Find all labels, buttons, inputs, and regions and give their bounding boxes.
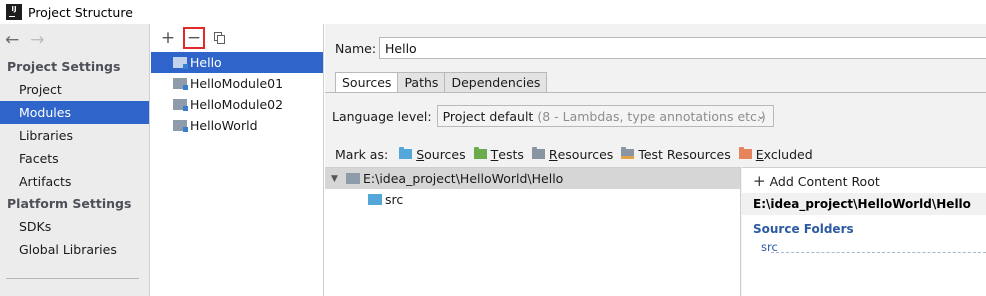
add-content-root-label: Add Content Root — [769, 174, 880, 189]
module-details: Name: Sources Paths Dependencies Languag… — [325, 24, 986, 296]
back-arrow-icon[interactable]: ← — [5, 30, 19, 50]
sidebar-item-sdks[interactable]: SDKs — [0, 215, 149, 238]
content-roots-panel: + Add Content Root E:\idea_project\Hello… — [742, 167, 986, 296]
mark-sources-button[interactable]: Sources — [399, 147, 466, 162]
content-root-path: E:\idea_project\HelloWorld\Hello — [742, 193, 986, 215]
test-resources-folder-icon — [621, 147, 635, 159]
forward-arrow-icon[interactable]: → — [30, 30, 44, 50]
sidebar-item-global-libraries[interactable]: Global Libraries — [0, 238, 149, 261]
tabs-divider — [325, 92, 986, 93]
sidebar-item-artifacts[interactable]: Artifacts — [0, 170, 149, 193]
mark-as-label: Mark as: — [335, 146, 389, 162]
plus-icon: + — [753, 172, 766, 190]
history-nav: ← → — [0, 24, 149, 56]
sidebar-divider — [6, 278, 139, 279]
source-folder-icon — [368, 194, 382, 205]
language-level-select[interactable]: Project default (8 - Lambdas, type annot… — [436, 105, 774, 127]
remove-module-button[interactable]: − — [183, 27, 205, 49]
tree-child-label: src — [385, 192, 404, 207]
source-folder-underline — [771, 252, 986, 253]
mark-excluded-button[interactable]: Excluded — [738, 147, 813, 162]
sidebar-item-facets[interactable]: Facets — [0, 147, 149, 170]
module-folder-icon — [173, 99, 188, 111]
name-label: Name: — [335, 40, 377, 56]
title-bar: IJ Project Structure — [0, 0, 986, 24]
module-item-hello[interactable]: Hello — [151, 52, 323, 73]
mark-resources-button[interactable]: Resources — [531, 147, 613, 162]
language-level-label: Language level: — [332, 108, 432, 124]
intellij-app-icon: IJ — [6, 4, 22, 20]
language-level-value: Project default — [442, 108, 534, 124]
tree-root-row[interactable]: ▼ E:\idea_project\HelloWorld\Hello — [325, 168, 740, 189]
modules-toolbar: + − — [151, 24, 323, 52]
tab-dependencies[interactable]: Dependencies — [445, 72, 548, 93]
mark-tests-button[interactable]: Tests — [473, 147, 524, 162]
settings-sidebar: ← → Project Settings Project Modules Lib… — [0, 24, 150, 296]
tab-sources[interactable]: Sources — [335, 72, 399, 93]
tab-paths[interactable]: Paths — [398, 72, 446, 93]
module-label: HelloModule02 — [190, 97, 284, 112]
excluded-folder-icon — [738, 147, 752, 159]
module-label: HelloModule01 — [190, 76, 284, 91]
tree-row-src[interactable]: src — [325, 189, 740, 210]
sidebar-item-libraries[interactable]: Libraries — [0, 124, 149, 147]
mark-test-resources-button[interactable]: Test Resources — [621, 147, 731, 162]
platform-settings-header: Platform Settings — [7, 196, 132, 211]
window-title: Project Structure — [28, 4, 133, 20]
tests-folder-icon — [473, 147, 487, 159]
module-item-hellomodule01[interactable]: HelloModule01 — [151, 73, 323, 94]
language-level-hint: (8 - Lambdas, type annotations etc.) — [537, 108, 766, 124]
chevron-down-icon: ⌄ — [756, 109, 766, 122]
add-content-root-button[interactable]: + Add Content Root — [753, 172, 880, 190]
module-folder-icon — [173, 120, 188, 132]
plus-icon: + — [160, 27, 176, 48]
tree-root-label: E:\idea_project\HelloWorld\Hello — [363, 171, 564, 186]
sources-folder-icon — [399, 147, 413, 159]
module-folder-icon — [173, 57, 188, 69]
source-folders-header: Source Folders — [753, 222, 854, 236]
name-row: Name: — [335, 37, 986, 59]
sidebar-item-modules[interactable]: Modules — [0, 101, 149, 124]
folder-icon — [346, 173, 360, 184]
copy-module-button[interactable] — [209, 27, 231, 49]
module-label: HelloWorld — [190, 118, 258, 133]
expand-arrow-icon[interactable]: ▼ — [331, 174, 346, 184]
sidebar-item-project[interactable]: Project — [0, 78, 149, 101]
module-label: Hello — [190, 55, 222, 70]
mark-as-row: Mark as: Sources Tests Resources Test Re… — [335, 145, 821, 163]
module-name-input[interactable] — [379, 37, 986, 59]
details-tabs: Sources Paths Dependencies — [335, 72, 548, 93]
modules-panel: + − Hello HelloModule01 HelloModule02 He… — [151, 24, 324, 296]
module-item-hellomodule02[interactable]: HelloModule02 — [151, 94, 323, 115]
resources-folder-icon — [531, 147, 545, 159]
minus-icon: − — [186, 27, 202, 48]
copy-icon — [214, 32, 226, 44]
add-module-button[interactable]: + — [157, 27, 179, 49]
language-level-row: Language level: Project default (8 - Lam… — [332, 105, 774, 127]
module-item-helloworld[interactable]: HelloWorld — [151, 115, 323, 136]
project-settings-header: Project Settings — [7, 59, 121, 74]
module-folder-icon — [173, 78, 188, 90]
content-tree: ▼ E:\idea_project\HelloWorld\Hello src — [325, 167, 741, 296]
